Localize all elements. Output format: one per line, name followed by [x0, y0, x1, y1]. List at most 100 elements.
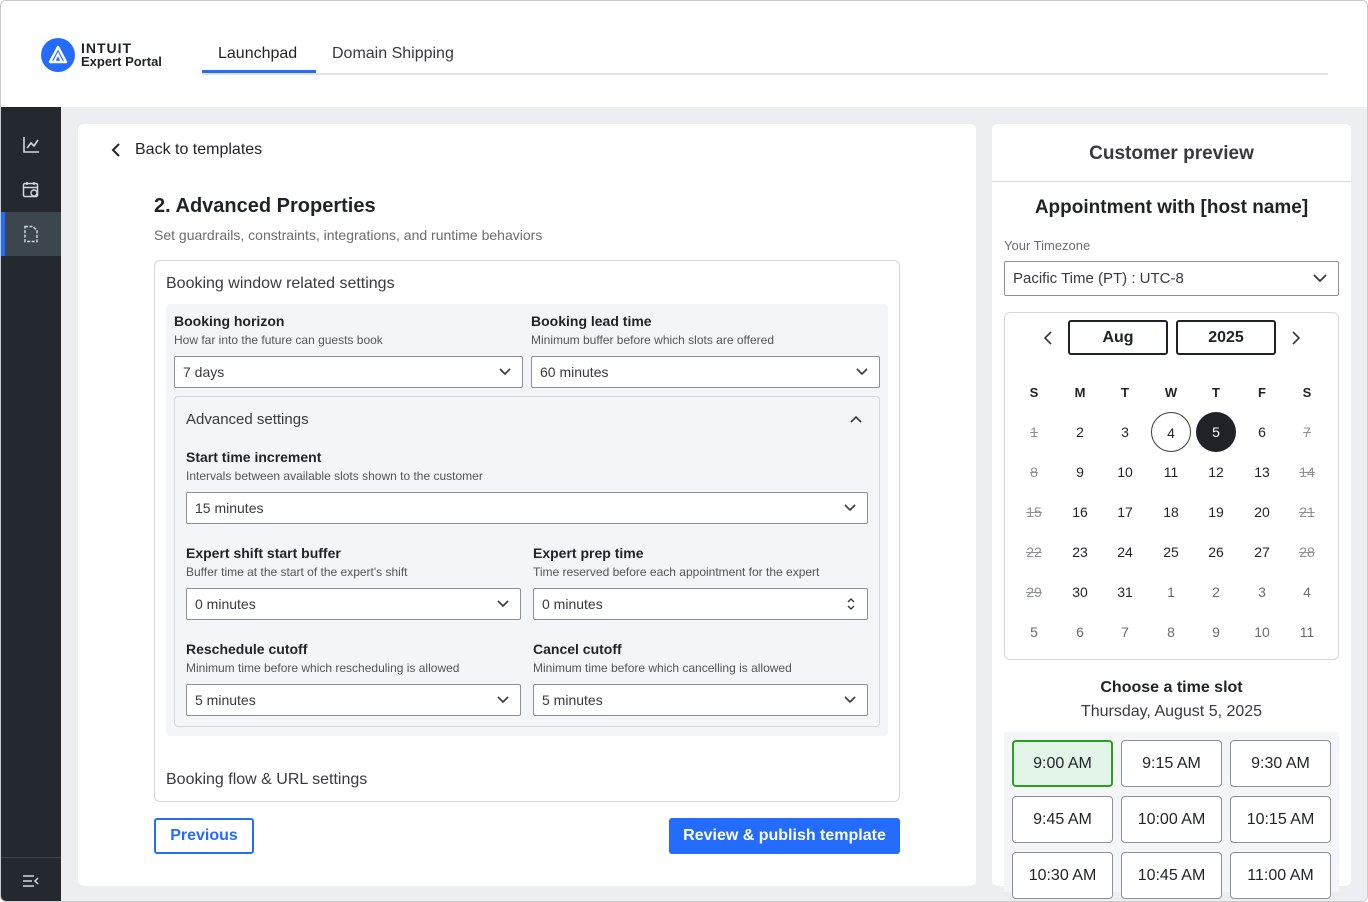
calendar-day[interactable]: 11	[1287, 612, 1327, 652]
calendar-day[interactable]: 29	[1014, 572, 1054, 612]
top-nav-tabs: Launchpad Domain Shipping	[202, 37, 1328, 75]
calendar-day[interactable]: 17	[1105, 492, 1145, 532]
time-slot-button[interactable]: 9:00 AM	[1012, 740, 1113, 787]
calendar-day[interactable]: 8	[1151, 612, 1191, 652]
section-booking-flow-header[interactable]: Booking flow & URL settings	[166, 771, 367, 789]
calendar-day[interactable]: 23	[1060, 532, 1100, 572]
calendar-day[interactable]: 27	[1242, 532, 1282, 572]
booking-lead-label: Booking lead time	[531, 313, 652, 329]
calendar-day[interactable]: 9	[1196, 612, 1236, 652]
calendar-day[interactable]: 5	[1196, 412, 1236, 452]
start-increment-select[interactable]: 15 minutes	[186, 492, 868, 524]
start-increment-help: Intervals between available slots shown …	[186, 469, 483, 483]
up-down-chevron-icon	[847, 598, 855, 610]
cancel-label: Cancel cutoff	[533, 641, 622, 657]
app-window: INTUIT Expert Portal Launchpad Domain Sh…	[0, 0, 1368, 902]
prep-time-stepper[interactable]: 0 minutes	[533, 588, 868, 620]
calendar-day[interactable]: 26	[1196, 532, 1236, 572]
start-increment-value: 15 minutes	[195, 500, 264, 516]
time-slot-button[interactable]: 9:15 AM	[1121, 740, 1222, 787]
calendar-day[interactable]: 24	[1105, 532, 1145, 572]
calendar-day[interactable]: 3	[1105, 412, 1145, 452]
shift-buffer-select[interactable]: 0 minutes	[186, 588, 521, 620]
calendar-day[interactable]: 10	[1242, 612, 1282, 652]
reschedule-help: Minimum time before which rescheduling i…	[186, 661, 460, 675]
shift-buffer-help: Buffer time at the start of the expert's…	[186, 565, 408, 579]
weekday-label: F	[1258, 385, 1266, 400]
prep-time-value: 0 minutes	[542, 596, 603, 612]
calendar-day[interactable]: 1	[1014, 412, 1054, 452]
time-slot-button[interactable]: 11:00 AM	[1230, 852, 1331, 899]
previous-button[interactable]: Previous	[154, 818, 254, 854]
month-selector[interactable]: Aug	[1068, 320, 1168, 355]
back-to-templates-link[interactable]: Back to templates	[109, 141, 262, 159]
calendar-day[interactable]: 16	[1060, 492, 1100, 532]
calendar-day[interactable]: 4	[1287, 572, 1327, 612]
top-header: INTUIT Expert Portal Launchpad Domain Sh…	[1, 1, 1367, 107]
advanced-settings-header[interactable]: Advanced settings	[186, 411, 309, 428]
chart-icon	[23, 137, 39, 153]
time-slot-title: Choose a time slot	[1100, 679, 1243, 696]
calendar-day[interactable]: 13	[1242, 452, 1282, 492]
calendar-day[interactable]: 22	[1014, 532, 1054, 572]
time-slot-button[interactable]: 10:45 AM	[1121, 852, 1222, 899]
chevron-down-icon	[844, 504, 856, 512]
cancel-select[interactable]: 5 minutes	[533, 684, 868, 716]
calendar-day[interactable]: 14	[1287, 452, 1327, 492]
calendar-day[interactable]: 20	[1242, 492, 1282, 532]
time-slot-button[interactable]: 10:00 AM	[1121, 796, 1222, 843]
calendar-day[interactable]: 15	[1014, 492, 1054, 532]
calendar-day[interactable]: 28	[1287, 532, 1327, 572]
calendar-day[interactable]: 7	[1287, 412, 1327, 452]
calendar-day[interactable]: 30	[1060, 572, 1100, 612]
page-title: 2. Advanced Properties	[154, 195, 376, 217]
brand-product: Expert Portal	[81, 54, 162, 69]
time-slot-button[interactable]: 9:45 AM	[1012, 796, 1113, 843]
timezone-select[interactable]: Pacific Time (PT) : UTC-8	[1004, 261, 1339, 296]
calendar-day[interactable]: 5	[1014, 612, 1054, 652]
year-selector[interactable]: 2025	[1176, 320, 1276, 355]
tab-domain-shipping[interactable]: Domain Shipping	[332, 45, 454, 75]
calendar-day[interactable]: 4	[1151, 412, 1191, 452]
booking-horizon-value: 7 days	[183, 364, 225, 380]
calendar-day[interactable]: 25	[1151, 532, 1191, 572]
calendar-day[interactable]: 31	[1105, 572, 1145, 612]
chevron-left-icon[interactable]	[1042, 330, 1054, 346]
prep-time-help: Time reserved before each appointment fo…	[533, 565, 820, 579]
time-slot-button[interactable]: 9:30 AM	[1230, 740, 1331, 787]
calendar-day[interactable]: 2	[1196, 572, 1236, 612]
appointment-title: Appointment with [host name]	[1034, 197, 1309, 218]
time-slot-button[interactable]: 10:30 AM	[1012, 852, 1113, 899]
calendar-day[interactable]: 8	[1014, 452, 1054, 492]
calendar-day[interactable]: 18	[1151, 492, 1191, 532]
booking-horizon-select[interactable]: 7 days	[174, 356, 523, 388]
calendar-day[interactable]: 12	[1196, 452, 1236, 492]
reschedule-select[interactable]: 5 minutes	[186, 684, 521, 716]
publish-template-button[interactable]: Review & publish template	[669, 818, 900, 854]
calendar-day[interactable]: 2	[1060, 412, 1100, 452]
calendar-day[interactable]: 3	[1242, 572, 1282, 612]
calendar-day[interactable]: 10	[1105, 452, 1145, 492]
calendar-day[interactable]: 7	[1105, 612, 1145, 652]
calendar-day[interactable]: 19	[1196, 492, 1236, 532]
calendar-day[interactable]: 9	[1060, 452, 1100, 492]
calendar-day[interactable]: 1	[1151, 572, 1191, 612]
calendar-day[interactable]: 6	[1060, 612, 1100, 652]
active-tab-indicator	[202, 70, 316, 73]
rail-item-analytics[interactable]	[1, 123, 61, 167]
start-increment-label: Start time increment	[186, 449, 322, 465]
booking-lead-select[interactable]: 60 minutes	[531, 356, 880, 388]
section-booking-window-header[interactable]: Booking window related settings	[166, 275, 395, 293]
booking-horizon-help: How far into the future can guests book	[174, 333, 383, 347]
time-slot-button[interactable]: 10:15 AM	[1230, 796, 1331, 843]
calendar-day[interactable]: 6	[1242, 412, 1282, 452]
chevron-down-icon	[499, 368, 511, 376]
calendar-day[interactable]: 11	[1151, 452, 1191, 492]
rail-item-schedule[interactable]	[1, 168, 61, 212]
rail-collapse-button[interactable]	[1, 857, 61, 901]
chevron-up-icon[interactable]	[849, 413, 863, 425]
intuit-logo[interactable]: INTUIT Expert Portal	[41, 38, 162, 72]
calendar-day[interactable]: 21	[1287, 492, 1327, 532]
rail-item-templates[interactable]	[1, 212, 61, 256]
chevron-right-icon[interactable]	[1290, 330, 1302, 346]
